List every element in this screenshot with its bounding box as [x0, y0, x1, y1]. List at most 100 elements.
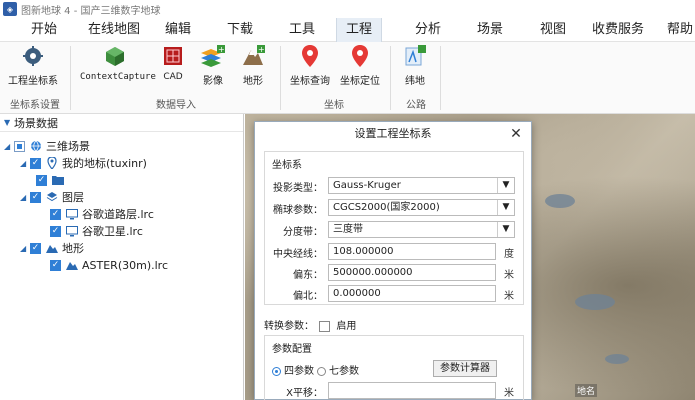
coordinate-system-section: 坐标系 投影类型： Gauss-Kruger ▼ 椭球参数： CGCS2000(…: [264, 151, 524, 305]
transform-params-row: 转换参数： 启用: [264, 317, 356, 332]
expand-triangle-icon[interactable]: ◢: [4, 142, 14, 151]
zone-select[interactable]: 三度带 ▼: [328, 221, 515, 238]
tree-item-my-placemarks[interactable]: ◢ ✓ 我的地标(tuxinr): [20, 155, 147, 171]
svg-text:+: +: [258, 45, 265, 54]
group-separator: [440, 46, 441, 110]
close-icon[interactable]: ✕: [507, 124, 525, 144]
lake: [605, 354, 629, 364]
tree-item-label: 谷歌卫星.lrc: [82, 225, 143, 238]
false-northing-input[interactable]: 0.000000: [328, 285, 496, 302]
false-easting-label: 偏东：: [293, 270, 323, 281]
folder-icon: [51, 174, 64, 186]
tree-checkbox[interactable]: ✓: [50, 208, 61, 220]
false-easting-input[interactable]: 500000.000000: [328, 264, 496, 281]
menu-start[interactable]: 开始: [22, 18, 66, 42]
placemark-icon: [45, 157, 58, 169]
radio-on[interactable]: [272, 366, 281, 376]
svg-text:+: +: [218, 45, 225, 54]
x-shift-input[interactable]: [328, 382, 496, 399]
scene-data-panel: ▼ 场景数据 ◢ 三维场景 ◢ ✓ 我的地标(tuxinr) ✓ ◢ ✓ 图层 …: [0, 114, 244, 400]
menu-tools[interactable]: 工具: [282, 18, 322, 42]
menu-scene[interactable]: 场景: [470, 18, 510, 42]
param-calculator-button[interactable]: 参数计算器: [433, 360, 497, 377]
terrain-icon: [45, 242, 58, 254]
tree-item-label: 图层: [62, 191, 84, 204]
section-title: 坐标系: [272, 160, 302, 171]
road-design-icon: [402, 44, 428, 68]
ellipsoid-label: 椭球参数：: [273, 205, 323, 216]
project-coordinate-dialog: 设置工程坐标系 ✕ 坐标系 投影类型： Gauss-Kruger ▼ 椭球参数：…: [254, 121, 532, 400]
projection-label: 投影类型：: [273, 183, 323, 194]
contextcapture-label: ContextCapture: [80, 72, 156, 82]
enable-checkbox[interactable]: [319, 320, 331, 332]
group-coord-settings: 坐标系设置: [10, 100, 60, 111]
chevron-down-icon[interactable]: ▼: [497, 178, 514, 193]
zone-value: 三度带: [333, 224, 363, 235]
coordinate-query-button[interactable]: 坐标查询: [288, 44, 332, 92]
menu-project[interactable]: 工程: [336, 18, 382, 42]
seven-param-label: 七参数: [329, 366, 359, 377]
unit-degree: 度: [504, 249, 514, 260]
projection-value: Gauss-Kruger: [333, 180, 401, 191]
lake: [575, 294, 615, 310]
imagery-label: 影像: [203, 76, 223, 87]
coordinate-query-label: 坐标查询: [290, 76, 330, 87]
group-separator: [280, 46, 281, 110]
tree-checkbox[interactable]: [14, 140, 25, 152]
unit-meter: 米: [504, 270, 514, 281]
seven-param-option[interactable]: 七参数: [317, 362, 359, 377]
tree-checkbox[interactable]: ✓: [30, 191, 41, 203]
menu-paid-services[interactable]: 收费服务: [588, 18, 648, 42]
menu-help[interactable]: 帮助: [660, 18, 695, 42]
chevron-down-icon[interactable]: ▼: [497, 222, 514, 237]
tree-checkbox[interactable]: ✓: [36, 174, 47, 186]
terrain-button[interactable]: + 地形: [238, 44, 268, 92]
menu-download[interactable]: 下载: [220, 18, 260, 42]
expand-triangle-icon[interactable]: ◢: [20, 244, 30, 253]
tree-item-google-satellite[interactable]: ✓ 谷歌卫星.lrc: [50, 223, 143, 239]
radio-off[interactable]: [317, 366, 326, 376]
tree-item-layers[interactable]: ◢ ✓ 图层: [20, 189, 84, 205]
tree-item-3d-scene[interactable]: ◢ 三维场景: [4, 138, 90, 154]
imagery-button[interactable]: + 影像: [198, 44, 228, 92]
tree-item-label: 谷歌道路层.lrc: [82, 208, 154, 221]
group-coordinate: 坐标: [324, 100, 344, 111]
chevron-down-icon[interactable]: ▼: [497, 200, 514, 215]
coordinate-locate-button[interactable]: 坐标定位: [338, 44, 382, 92]
tree-checkbox[interactable]: ✓: [30, 242, 41, 254]
tree-item-aster[interactable]: ✓ ASTER(30m).lrc: [50, 257, 168, 273]
location-pin-icon: [297, 44, 323, 68]
tree-checkbox[interactable]: ✓: [30, 157, 41, 169]
projection-select[interactable]: Gauss-Kruger ▼: [328, 177, 515, 194]
map-place-label: 地名: [575, 384, 598, 397]
menu-analysis[interactable]: 分析: [408, 18, 448, 42]
tree-item-google-road[interactable]: ✓ 谷歌道路层.lrc: [50, 206, 154, 222]
menu-edit[interactable]: 编辑: [158, 18, 198, 42]
central-meridian-label: 中央经线：: [273, 249, 323, 260]
tree-item-folder[interactable]: ✓: [36, 172, 68, 188]
tree-checkbox[interactable]: ✓: [50, 259, 61, 271]
menu-view[interactable]: 视图: [533, 18, 573, 42]
contextcapture-button[interactable]: ContextCapture: [80, 44, 156, 92]
group-separator: [390, 46, 391, 110]
imagery-icon: +: [200, 44, 226, 68]
tree-item-terrain[interactable]: ◢ ✓ 地形: [20, 240, 84, 256]
location-pin-icon: [347, 44, 373, 68]
transform-label: 转换参数：: [264, 321, 314, 332]
panel-header[interactable]: ▼ 场景数据: [0, 114, 243, 132]
expand-triangle-icon[interactable]: ◢: [20, 193, 30, 202]
central-meridian-input[interactable]: 108.000000: [328, 243, 496, 260]
four-param-option[interactable]: 四参数: [272, 362, 314, 377]
coordinate-system-label: 工程坐标系: [8, 76, 58, 87]
ellipsoid-value: CGCS2000(国家2000): [333, 202, 440, 213]
ribbon: 工程坐标系 ContextCapture CAD + 影像 + 地形 坐标查询: [0, 42, 695, 114]
contextcapture-icon: [102, 44, 128, 68]
tree-checkbox[interactable]: ✓: [50, 225, 61, 237]
menu-online-map[interactable]: 在线地图: [80, 18, 148, 42]
weidi-button[interactable]: 纬地: [400, 44, 430, 92]
ellipsoid-select[interactable]: CGCS2000(国家2000) ▼: [328, 199, 515, 216]
collapse-triangle-icon[interactable]: ▼: [4, 118, 14, 127]
expand-triangle-icon[interactable]: ◢: [20, 159, 30, 168]
coordinate-system-button[interactable]: 工程坐标系: [4, 44, 62, 92]
cad-button[interactable]: CAD: [158, 44, 188, 92]
